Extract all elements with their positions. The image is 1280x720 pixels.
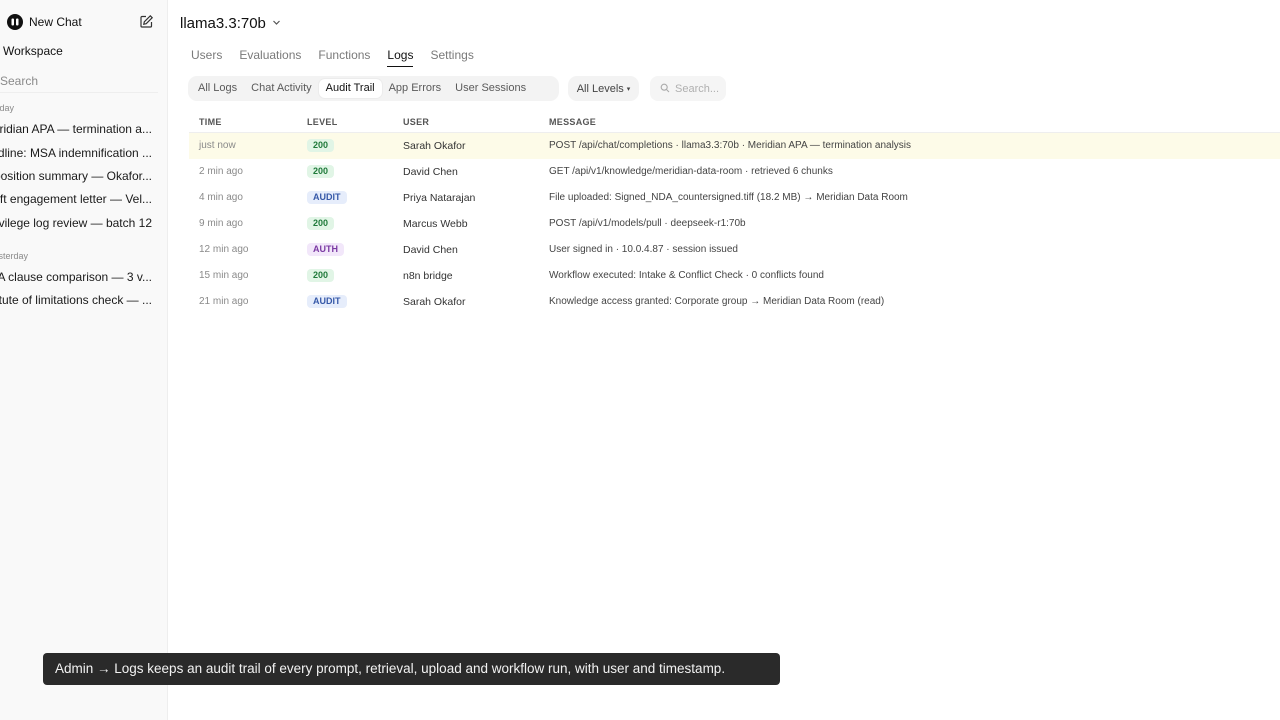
filter-chat-activity[interactable]: Chat Activity (244, 79, 319, 98)
tab-logs[interactable]: Logs (387, 48, 414, 67)
table-row[interactable]: 12 min ago AUTH David Chen User signed i… (189, 237, 1280, 263)
row-message: Workflow executed: Intake & Conflict Che… (549, 270, 824, 281)
caption-toast: Admin → Logs keeps an audit trail of eve… (43, 653, 780, 685)
row-time: 15 min ago (199, 270, 249, 281)
chat-history-item[interactable]: Draft engagement letter — Vel... (0, 192, 152, 206)
row-level: AUDIT (307, 185, 347, 211)
levels-label: All Levels (576, 82, 624, 95)
chat-history-item[interactable]: Meridian APA — termination a... (0, 122, 152, 136)
model-name: llama3.3:70b (180, 14, 266, 32)
logo-icon (7, 14, 23, 30)
search-icon (660, 80, 670, 98)
row-user: Priya Natarajan (403, 192, 476, 204)
table-row[interactable]: 9 min ago 200 Marcus Webb POST /api/v1/m… (189, 211, 1280, 237)
level-badge: AUDIT (307, 295, 347, 309)
row-user: n8n bridge (403, 270, 453, 282)
row-time: 9 min ago (199, 218, 243, 229)
column-header-time[interactable]: TIME (199, 117, 222, 127)
filter-app-errors[interactable]: App Errors (382, 79, 449, 98)
workspace-link[interactable]: Workspace (3, 44, 63, 58)
column-header-message[interactable]: MESSAGE (549, 117, 596, 127)
chevron-down-icon (272, 14, 281, 32)
model-selector[interactable]: llama3.3:70b (180, 14, 281, 32)
tab-functions[interactable]: Functions (318, 48, 370, 67)
row-user: David Chen (403, 244, 458, 256)
new-chat-label: New Chat (29, 15, 82, 29)
column-header-level[interactable]: LEVEL (307, 117, 338, 127)
table-row[interactable]: 2 min ago 200 David Chen GET /api/v1/kno… (189, 159, 1280, 185)
chat-history-item[interactable]: APA clause comparison — 3 v... (0, 270, 152, 284)
row-level: 200 (307, 133, 335, 159)
row-user: Marcus Webb (403, 218, 468, 230)
row-time: just now (199, 140, 236, 151)
chat-history-item[interactable]: Redline: MSA indemnification ... (0, 146, 152, 160)
row-message: User signed in · 10.0.4.87 · session iss… (549, 244, 738, 255)
table-row[interactable]: 4 min ago AUDIT Priya Natarajan File upl… (189, 185, 1280, 211)
log-search-input[interactable] (675, 82, 725, 95)
row-level: 200 (307, 263, 335, 289)
level-badge: 200 (307, 139, 335, 153)
sidebar: New Chat Workspace Today Meridian APA — … (0, 0, 168, 720)
row-message: POST /api/v1/models/pull · deepseek-r1:7… (549, 218, 746, 229)
row-message: Knowledge access granted: Corporate grou… (549, 296, 885, 307)
chat-history-item[interactable]: Privilege log review — batch 12 (0, 216, 152, 230)
row-user: Sarah Okafor (403, 296, 466, 308)
admin-tabs: Users Evaluations Functions Logs Setting… (191, 48, 491, 67)
row-level: AUTH (307, 237, 344, 263)
filter-all-logs[interactable]: All Logs (191, 79, 244, 98)
row-level: 200 (307, 211, 335, 237)
row-user: David Chen (403, 166, 458, 178)
row-level: 200 (307, 159, 335, 185)
row-message: GET /api/v1/knowledge/meridian-data-room… (549, 166, 833, 177)
level-badge: 200 (307, 165, 335, 179)
level-badge: 200 (307, 269, 335, 283)
tab-settings[interactable]: Settings (430, 48, 473, 67)
caret-down-icon: ▾ (626, 85, 631, 93)
row-time: 2 min ago (199, 166, 243, 177)
sidebar-group-label: Yesterday (0, 251, 28, 261)
row-time: 4 min ago (199, 192, 243, 203)
column-header-user[interactable]: USER (403, 117, 429, 127)
levels-dropdown[interactable]: All Levels ▾ (568, 76, 639, 101)
row-user: Sarah Okafor (403, 140, 466, 152)
sidebar-search-input[interactable] (0, 72, 158, 93)
table-row[interactable]: 21 min ago AUDIT Sarah Okafor Knowledge … (189, 289, 1280, 315)
row-time: 12 min ago (199, 244, 249, 255)
row-message: File uploaded: Signed_NDA_countersigned.… (549, 192, 908, 203)
level-badge: 200 (307, 217, 335, 231)
chat-history-item[interactable]: Statute of limitations check — ... (0, 293, 152, 307)
filter-user-sessions[interactable]: User Sessions (448, 79, 533, 98)
row-level: AUDIT (307, 289, 347, 315)
tab-evaluations[interactable]: Evaluations (239, 48, 301, 67)
tab-users[interactable]: Users (191, 48, 222, 67)
chat-history-item[interactable]: Deposition summary — Okafor... (0, 169, 152, 183)
table-row[interactable]: 15 min ago 200 n8n bridge Workflow execu… (189, 263, 1280, 289)
new-chat-link[interactable]: New Chat (7, 12, 82, 32)
table-row[interactable]: just now 200 Sarah Okafor POST /api/chat… (189, 133, 1280, 159)
level-badge: AUDIT (307, 191, 347, 205)
level-badge: AUTH (307, 243, 344, 257)
log-search-box[interactable] (650, 76, 726, 101)
filter-audit-trail[interactable]: Audit Trail (318, 79, 382, 98)
row-time: 21 min ago (199, 296, 249, 307)
edit-icon[interactable] (139, 14, 154, 29)
row-message: POST /api/chat/completions · llama3.3:70… (549, 140, 912, 151)
log-category-tabs: All Logs Chat Activity Audit Trail App E… (188, 76, 559, 101)
sidebar-group-label: Today (0, 103, 14, 113)
table-header: TIME LEVEL USER MESSAGE (189, 112, 1280, 133)
